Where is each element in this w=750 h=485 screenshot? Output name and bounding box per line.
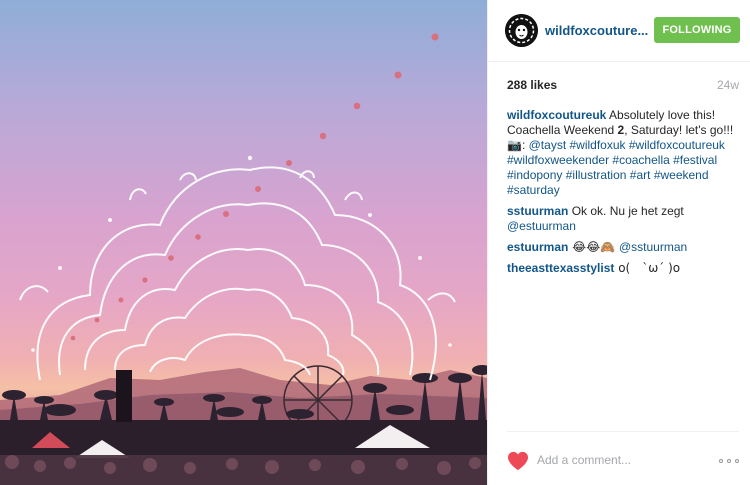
hashtag[interactable]: #indopony (507, 168, 562, 182)
caption-username[interactable]: wildfoxcoutureuk (507, 108, 606, 122)
post-photo[interactable] (0, 0, 487, 485)
post-author-username[interactable]: wildfoxcouture... (545, 23, 648, 38)
hashtag[interactable]: #wildfoxweekender (507, 153, 609, 167)
hashtag[interactable]: #weekend (654, 168, 709, 182)
lion-avatar-icon (505, 14, 538, 47)
comment-text: Ok ok. Nu je het zegt (568, 204, 684, 218)
hashtag[interactable]: #festival (673, 153, 717, 167)
comments-list: wildfoxcoutureuk Absolutely love this! C… (507, 108, 739, 282)
comment: estuurman 😂😂🙈 @sstuurman (507, 240, 739, 255)
hashtag[interactable]: #wildfoxuk (570, 138, 626, 152)
heart-icon (508, 451, 528, 471)
balloon-dots (70, 33, 439, 341)
add-comment-input[interactable] (537, 451, 697, 469)
avatar[interactable] (505, 14, 538, 47)
doodle-crown (19, 166, 456, 381)
caption-text-2: , Saturday! let's go!!! (624, 123, 734, 137)
caption: wildfoxcoutureuk Absolutely love this! C… (507, 108, 739, 198)
hashtag[interactable]: #illustration (566, 168, 627, 182)
likes-row: 288 likes 24w (507, 78, 739, 94)
comment: sstuurman Ok ok. Nu je het zegt @estuurm… (507, 204, 739, 234)
hashtag[interactable]: #wildfoxcoutureuk (629, 138, 725, 152)
comment-emoji: 😂😂🙈 (568, 240, 619, 254)
comment-text: o( `ω´ )o (614, 261, 681, 275)
caption-colon: : (521, 138, 529, 152)
hashtag[interactable]: #saturday (507, 183, 560, 197)
hashtag[interactable]: #coachella (612, 153, 669, 167)
festival-illustration (0, 33, 487, 485)
more-options-icon[interactable] (719, 457, 739, 465)
camera-emoji-icon: 📷 (507, 138, 522, 152)
likes-count[interactable]: 288 likes (507, 78, 557, 92)
comment-mention[interactable]: @sstuurman (619, 240, 687, 254)
comment: theeasttexasstylist o( `ω´ )o (507, 261, 739, 276)
comment-username[interactable]: estuurman (507, 240, 568, 254)
hashtag[interactable]: #art (630, 168, 651, 182)
mention-tag[interactable]: @tayst (529, 138, 567, 152)
like-button[interactable] (507, 451, 529, 471)
comment-username[interactable]: sstuurman (507, 204, 568, 218)
post-header: wildfoxcouture... FOLLOWING (488, 0, 750, 62)
comment-mention[interactable]: @estuurman (507, 219, 576, 233)
following-button[interactable]: FOLLOWING (654, 17, 740, 43)
comment-username[interactable]: theeasttexasstylist (507, 261, 614, 275)
post-details-panel: wildfoxcouture... FOLLOWING 288 likes 24… (487, 0, 750, 485)
post-age[interactable]: 24w (717, 78, 739, 92)
comment-footer (507, 431, 739, 485)
